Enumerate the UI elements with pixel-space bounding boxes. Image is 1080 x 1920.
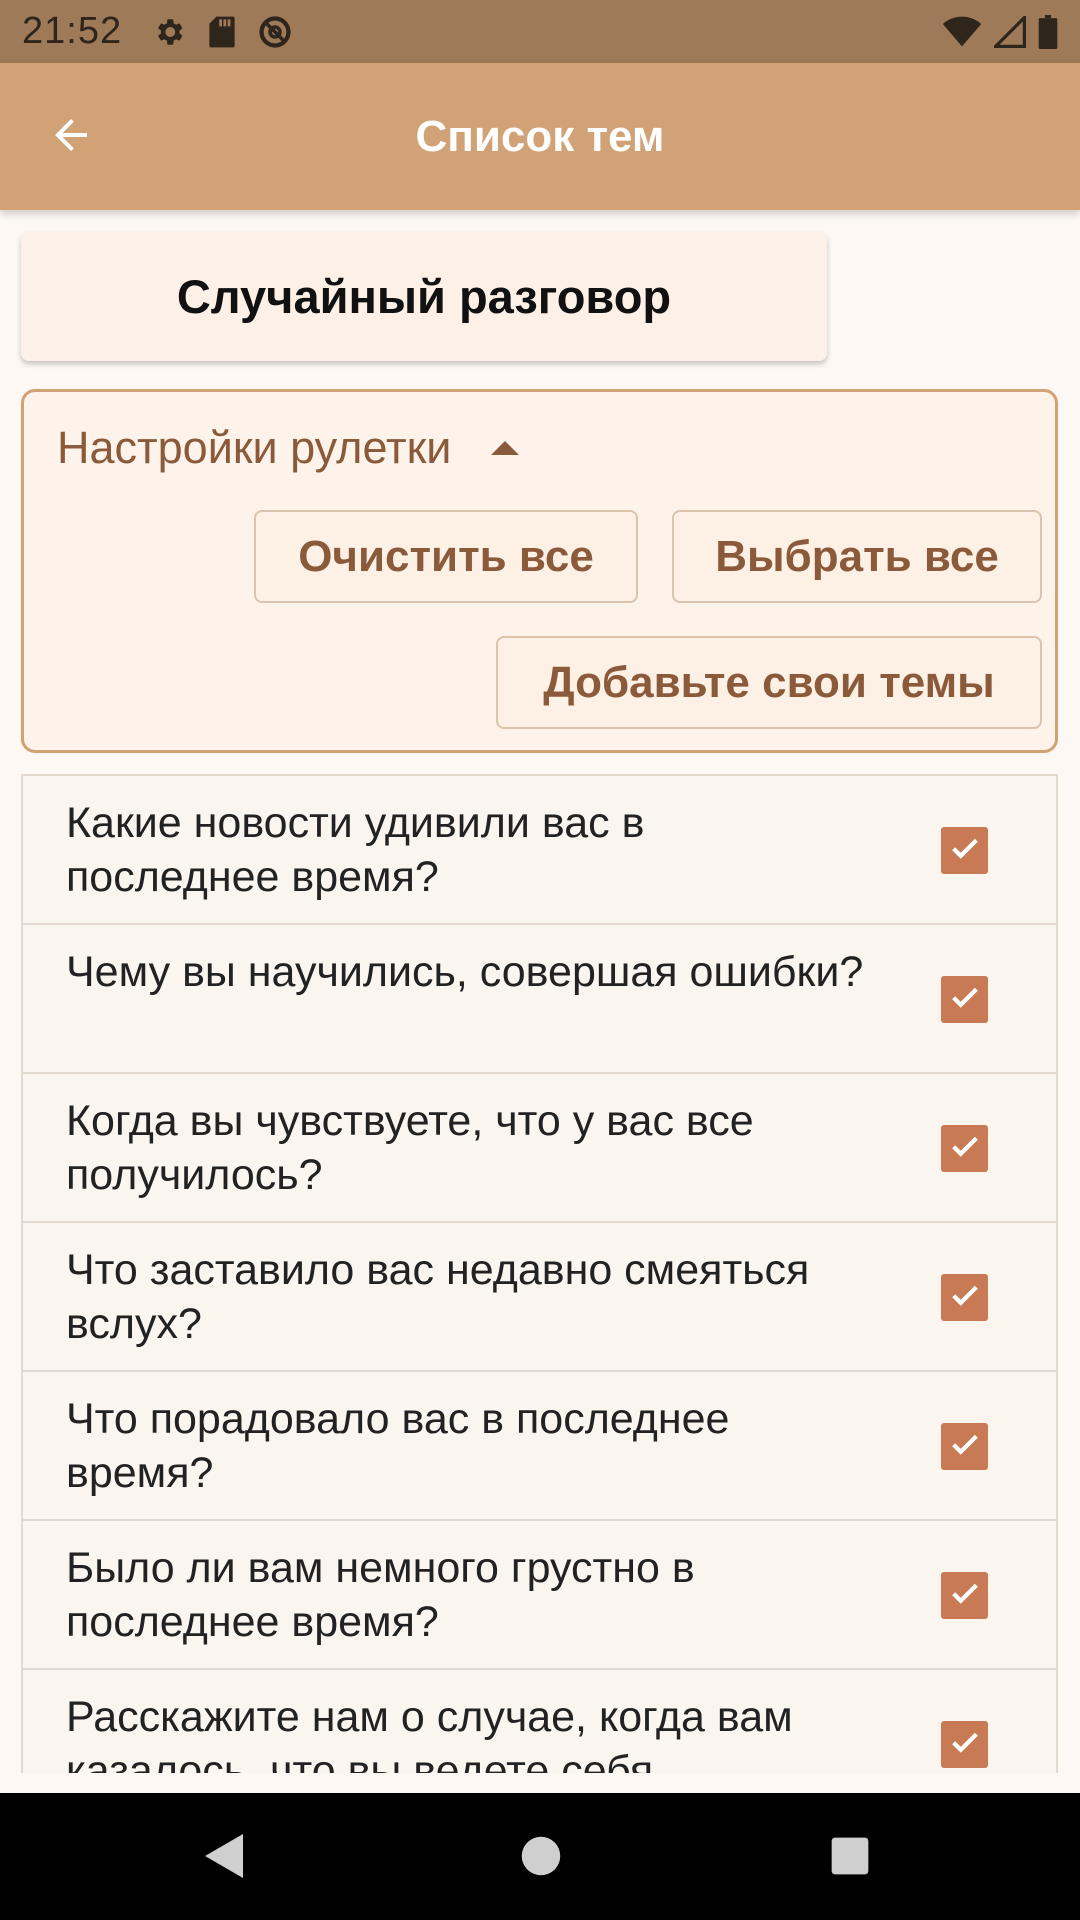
topic-row[interactable]: Какие новости удивили вас в последнее вр… [21, 776, 1058, 925]
topic-row[interactable]: Расскажите нам о случае, когда вам казал… [21, 1670, 1058, 1773]
topic-row[interactable]: Было ли вам немного грустно в последнее … [21, 1521, 1058, 1670]
topic-checkbox[interactable] [941, 976, 988, 1023]
topic-checkbox[interactable] [941, 1274, 988, 1321]
topic-row[interactable]: Что заставило вас недавно смеяться вслух… [21, 1223, 1058, 1372]
clear-all-button[interactable]: Очистить все [254, 510, 638, 603]
topic-text: Какие новости удивили вас в последнее вр… [66, 799, 645, 901]
wifi-icon [942, 16, 982, 48]
topic-checkbox[interactable] [941, 1423, 988, 1470]
checkmark-icon [948, 1278, 982, 1317]
screen: 21:52 Список тем Случайный разговор Наст… [0, 0, 1080, 1920]
topic-checkbox[interactable] [941, 1721, 988, 1768]
system-navigation-bar [0, 1793, 1080, 1920]
checkmark-icon [948, 1576, 982, 1615]
checkmark-icon [948, 1725, 982, 1764]
topic-checkbox[interactable] [941, 1572, 988, 1619]
app-bar: Список тем [0, 63, 1080, 210]
gear-icon [152, 15, 186, 49]
topic-row[interactable]: Что порадовало вас в последнее время? [21, 1372, 1058, 1521]
checkmark-icon [948, 1129, 982, 1168]
topic-checkbox[interactable] [941, 827, 988, 874]
status-icons-right [942, 14, 1058, 49]
topic-text: Чему вы научились, совершая ошибки? [66, 948, 864, 996]
caret-up-icon [491, 441, 520, 455]
topic-list[interactable]: Какие новости удивили вас в последнее вр… [21, 774, 1058, 1773]
topic-row[interactable]: Когда вы чувствуете, что у вас все получ… [21, 1074, 1058, 1223]
roulette-settings-panel: Настройки рулетки Очистить все Выбрать в… [21, 389, 1058, 753]
back-button[interactable] [34, 100, 108, 174]
random-conversation-button[interactable]: Случайный разговор [21, 232, 827, 361]
nav-home-icon [520, 1835, 562, 1882]
nav-home-button[interactable] [506, 1823, 576, 1893]
status-time: 21:52 [22, 10, 123, 52]
sd-card-icon [208, 15, 236, 49]
topic-text: Что заставило вас недавно смеяться вслух… [66, 1246, 810, 1348]
topic-text: Расскажите нам о случае, когда вам казал… [66, 1693, 793, 1773]
checkmark-icon [948, 980, 982, 1019]
status-icons-left [152, 15, 292, 49]
topic-text: Что порадовало вас в последнее время? [66, 1395, 730, 1497]
add-topics-button[interactable]: Добавьте свои темы [496, 636, 1042, 729]
nav-recent-icon [830, 1836, 870, 1881]
select-all-button[interactable]: Выбрать все [672, 510, 1042, 603]
nav-recent-button[interactable] [815, 1823, 885, 1893]
checkmark-icon [948, 831, 982, 870]
nav-back-button[interactable] [190, 1823, 260, 1893]
battery-icon [1038, 14, 1058, 49]
status-bar: 21:52 [0, 0, 1080, 63]
at-sign-icon [258, 15, 292, 49]
settings-title: Настройки рулетки [57, 422, 452, 473]
topic-text: Было ли вам немного грустно в последнее … [66, 1544, 695, 1646]
topic-text: Когда вы чувствуете, что у вас все получ… [66, 1097, 754, 1199]
settings-header-toggle[interactable]: Настройки рулетки [57, 422, 520, 474]
signal-icon [994, 15, 1026, 48]
checkmark-icon [948, 1427, 982, 1466]
topic-row[interactable]: Чему вы научились, совершая ошибки? [21, 925, 1058, 1074]
page-title: Список тем [415, 111, 665, 161]
arrow-left-icon [47, 111, 95, 164]
topic-checkbox[interactable] [941, 1125, 988, 1172]
nav-back-icon [203, 1832, 247, 1885]
